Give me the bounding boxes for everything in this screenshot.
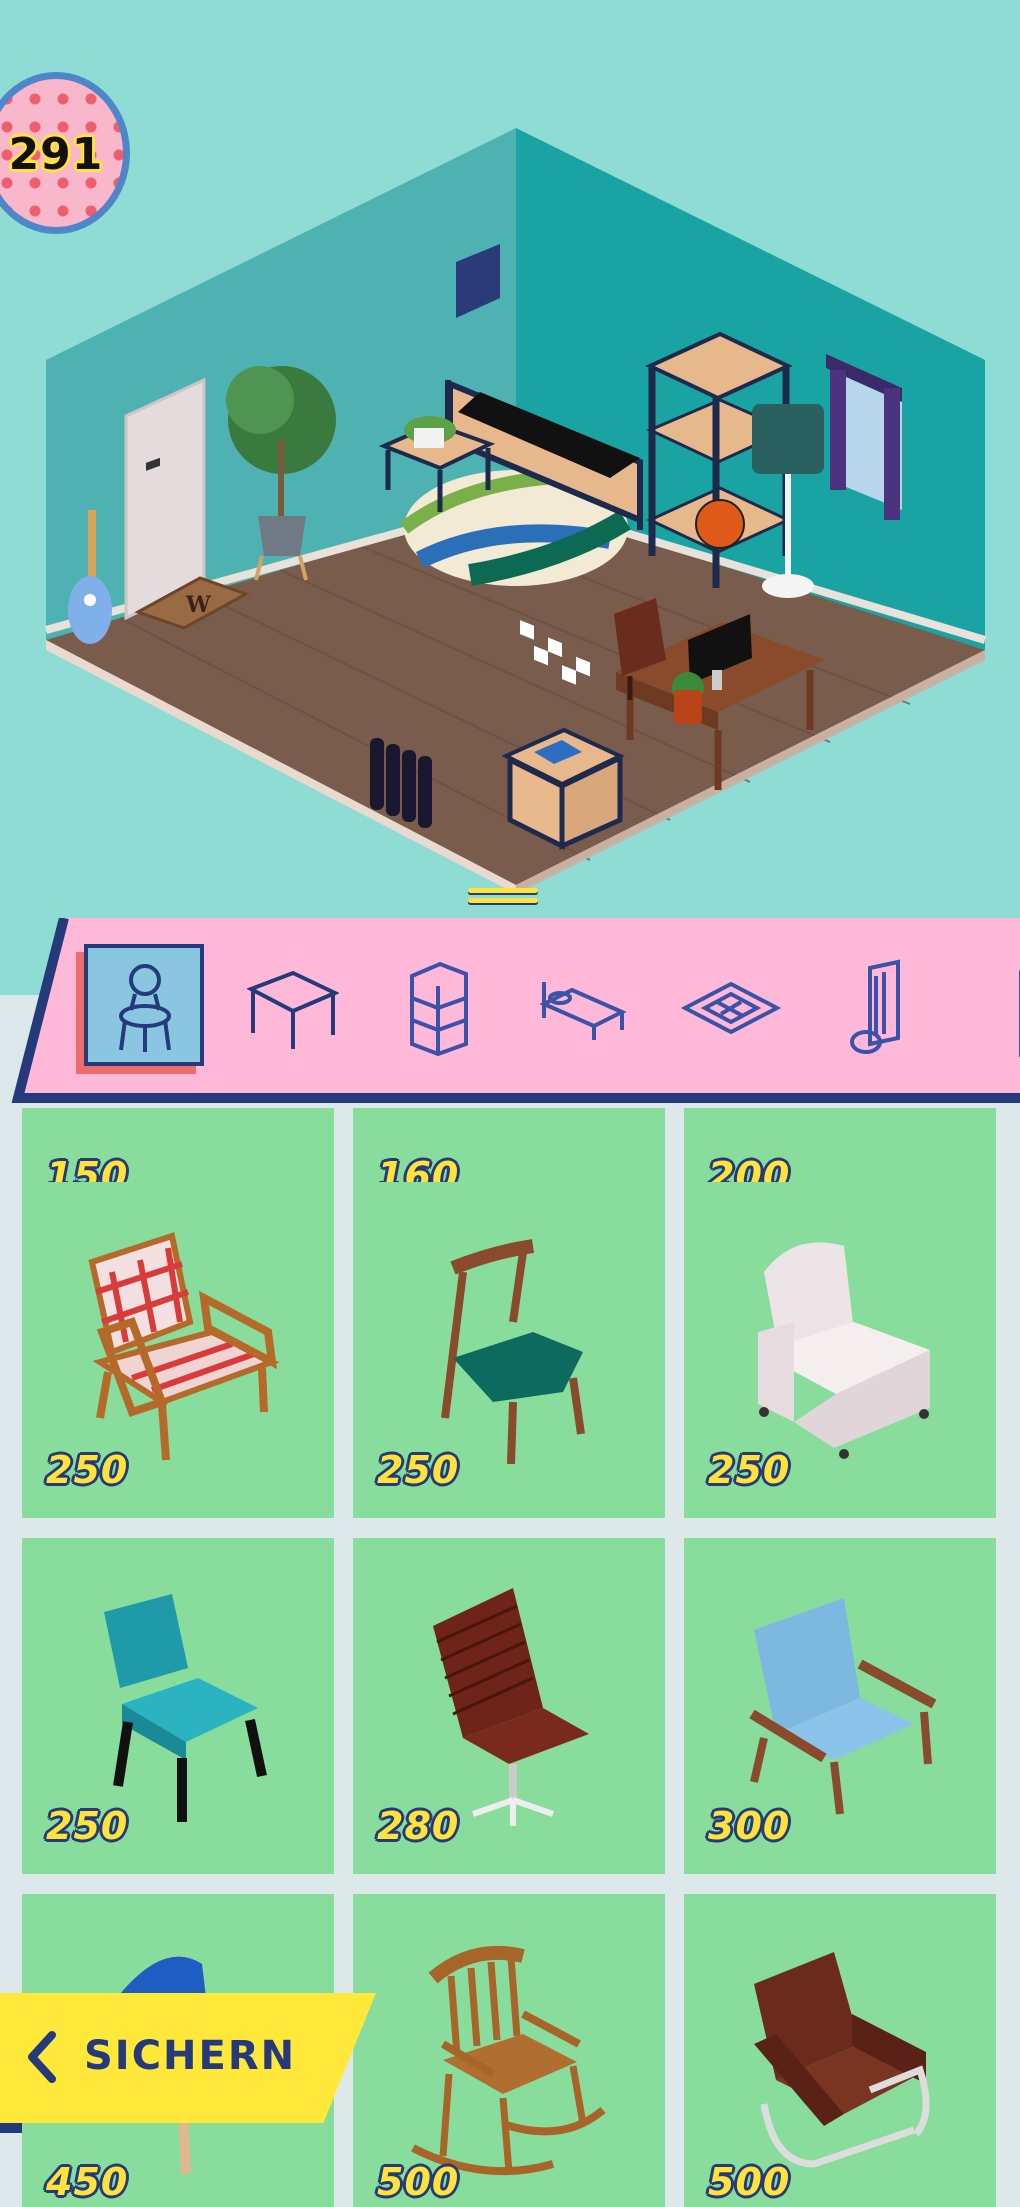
table-icon	[247, 970, 339, 1049]
chair-icon	[119, 964, 171, 1052]
wallpaper-roll-icon	[850, 959, 900, 1054]
bed-icon	[539, 982, 627, 1040]
item-price: 250	[46, 1448, 129, 1492]
tab-rugs[interactable]	[676, 948, 786, 1068]
item-price: 250	[46, 1804, 129, 1848]
save-button[interactable]: SICHERN	[0, 1993, 380, 2133]
item-price: 250	[708, 1448, 791, 1492]
tab-wallpaper[interactable]	[822, 948, 932, 1068]
item-price: 500	[708, 2160, 791, 2204]
room-view[interactable]: W 291	[0, 0, 1020, 995]
shop-item-teal-chair[interactable]: 250	[22, 1538, 334, 1874]
item-price: 450	[46, 2160, 129, 2204]
item-price: 250	[377, 1448, 460, 1492]
item-price: 500	[377, 2160, 460, 2204]
item-price: 300	[708, 1804, 791, 1848]
rug-icon	[681, 981, 781, 1035]
side-table	[501, 727, 625, 851]
shop-item-plaid-armchair[interactable]: 250	[22, 1182, 334, 1518]
drawer-handle[interactable]	[468, 888, 538, 914]
shelf-icon	[410, 961, 468, 1057]
category-tabs	[0, 918, 1020, 1108]
save-button-label: SICHERN	[84, 2033, 297, 2079]
room-scene: W	[44, 128, 987, 894]
coin-balance-value: 291	[8, 129, 104, 180]
tab-tables[interactable]	[238, 948, 348, 1068]
door-icon	[1019, 970, 1020, 1057]
tab-shelves[interactable]	[384, 948, 494, 1068]
tab-beds[interactable]	[528, 948, 638, 1068]
shop-item-office-chair[interactable]: 280	[353, 1538, 665, 1874]
chevron-left-icon	[28, 2031, 56, 2083]
shop-item-green-seat-chair[interactable]: 250	[353, 1182, 665, 1518]
shop-item-white-armchair[interactable]: 250	[684, 1182, 996, 1518]
shop-item-blue-armchair[interactable]: 300	[684, 1538, 996, 1874]
doormat-letter: W	[185, 592, 211, 618]
shop-item-rocking-chair[interactable]: 500	[353, 1894, 665, 2207]
tab-doors[interactable]	[966, 948, 1020, 1068]
basketball	[695, 499, 745, 549]
item-price: 280	[377, 1804, 460, 1848]
shop-item-lounge-chair[interactable]: 500	[684, 1894, 996, 2207]
tab-chairs[interactable]	[84, 944, 204, 1068]
